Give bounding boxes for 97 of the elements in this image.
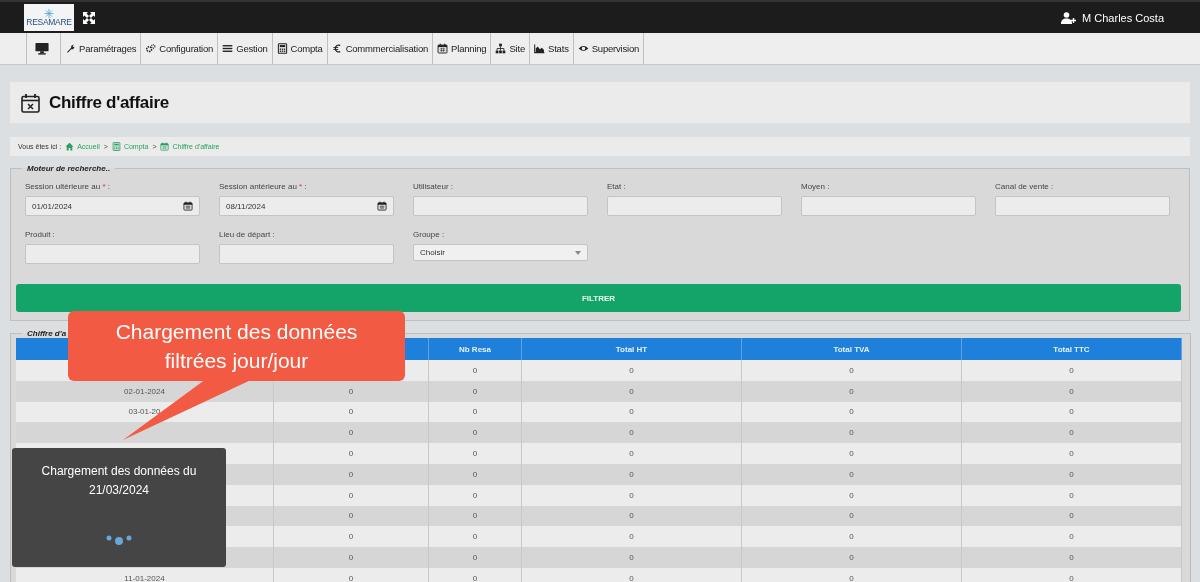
- table-cell: 0: [741, 443, 962, 464]
- column-header: Total TTC: [961, 338, 1182, 360]
- table-cell: 0: [961, 505, 1182, 527]
- page-title: Chiffre d'affaire: [49, 92, 169, 113]
- input-field[interactable]: [25, 244, 200, 264]
- list-icon: [222, 43, 234, 54]
- dropdown[interactable]: Choisir: [413, 244, 588, 261]
- callout-text: Chargement des données filtrées jour/jour: [114, 319, 359, 374]
- spinner-icon: [106, 534, 132, 546]
- nav-item[interactable]: Paramétrages: [60, 33, 141, 64]
- table-cell: 0: [521, 505, 742, 527]
- nav-item[interactable]: Gestion: [217, 33, 272, 64]
- table-cell: 0: [961, 526, 1182, 548]
- date-field[interactable]: 08/11/2024: [219, 196, 394, 216]
- table-cell: 0: [961, 484, 1182, 506]
- eye-icon: [577, 43, 589, 54]
- calculator-icon: [111, 142, 121, 151]
- field-label: Produit :: [25, 230, 56, 239]
- input-field[interactable]: [413, 196, 588, 216]
- loading-text: Chargement des données du 21/03/2024: [40, 463, 198, 499]
- monitor-icon: [34, 41, 50, 56]
- area-chart-icon: [534, 43, 546, 54]
- table-cell: 0: [521, 464, 742, 485]
- table-cell: 0: [961, 380, 1182, 402]
- table-cell: 0: [741, 360, 962, 381]
- table-cell: 0: [521, 422, 742, 444]
- input-field[interactable]: [995, 196, 1170, 216]
- calendar-icon: [160, 142, 170, 151]
- table-cell: 0: [273, 526, 429, 548]
- date-field[interactable]: 01/01/2024: [25, 196, 200, 216]
- fullscreen-icon: [82, 10, 96, 25]
- panel-legend: Chiffre d'a: [22, 329, 72, 338]
- table-cell: 0: [521, 360, 742, 381]
- sitemap-icon: [495, 43, 507, 54]
- input-field[interactable]: [801, 196, 976, 216]
- nav-item[interactable]: Supervision: [572, 33, 645, 64]
- table-cell: 0: [741, 547, 962, 568]
- table-cell: 0: [273, 547, 429, 568]
- table-cell: 0: [273, 422, 429, 444]
- caret-icon: [575, 250, 581, 255]
- table-cell: 0: [741, 401, 962, 423]
- table-cell: 0: [961, 464, 1182, 485]
- table-cell: 0: [428, 443, 522, 464]
- table-cell: 0: [961, 401, 1182, 423]
- table-cell: 0: [428, 547, 522, 568]
- calendar-icon: [183, 201, 193, 211]
- table-cell: 0: [741, 422, 962, 444]
- nav-item[interactable]: Compta: [271, 33, 327, 64]
- euro-icon: [331, 43, 343, 54]
- home-icon: [65, 142, 75, 151]
- table-cell: 0: [961, 360, 1182, 381]
- column-header: Total TVA: [741, 338, 962, 360]
- table-cell: 0: [428, 360, 522, 381]
- table-cell: 0: [741, 526, 962, 548]
- panel-legend: Moteur de recherche..: [22, 164, 116, 173]
- field-label: Utilisateur :: [413, 182, 454, 191]
- column-header: Total HT: [521, 338, 742, 360]
- table-cell: 0: [521, 401, 742, 423]
- input-field[interactable]: [607, 196, 782, 216]
- table-cell: 0: [273, 443, 429, 464]
- table-cell: 0: [521, 484, 742, 506]
- field-label: Session antérieure au * :: [219, 182, 308, 191]
- table-cell: 0: [521, 443, 742, 464]
- add-user-icon: [1061, 11, 1077, 24]
- table-cell: 0: [961, 443, 1182, 464]
- field-label: Groupe :: [413, 230, 446, 239]
- table-cell: 0: [741, 464, 962, 485]
- table-cell: 0: [741, 484, 962, 506]
- calculator-icon: [276, 43, 288, 54]
- table-cell: 0: [521, 526, 742, 548]
- field-label: Session ultérieure au * :: [25, 182, 111, 191]
- table-cell: 0: [521, 547, 742, 568]
- table-cell: 0: [741, 380, 962, 402]
- table-cell: 0: [428, 526, 522, 548]
- nav-item[interactable]: Site: [490, 33, 530, 64]
- logo-text: RESAMARE: [26, 17, 72, 27]
- field-label: Canal de vente :: [995, 182, 1055, 191]
- user-menu[interactable]: M Charles Costa: [1061, 11, 1164, 24]
- calendar-icon: [437, 43, 449, 54]
- gears-icon: [145, 43, 157, 54]
- calendar-x-icon: [21, 92, 40, 113]
- calendar-icon: [377, 201, 387, 211]
- wrench-icon: [65, 43, 76, 54]
- table-cell: 0: [428, 422, 522, 444]
- field-label: Etat :: [607, 182, 627, 191]
- field-label: Lieu de départ :: [219, 230, 276, 239]
- nav-item[interactable]: Stats: [529, 33, 573, 64]
- nav-item[interactable]: Planning: [432, 33, 491, 64]
- nav-item[interactable]: Configuration: [140, 33, 218, 64]
- table-cell: 0: [961, 422, 1182, 444]
- table-cell: 0: [741, 505, 962, 527]
- input-field[interactable]: [219, 244, 394, 264]
- field-label: Moyen :: [801, 182, 831, 191]
- table-cell: 0: [961, 547, 1182, 568]
- table-cell: 0: [521, 380, 742, 402]
- column-header: Nb Resa: [428, 338, 522, 360]
- nav-item[interactable]: Commmercialisation: [326, 33, 433, 64]
